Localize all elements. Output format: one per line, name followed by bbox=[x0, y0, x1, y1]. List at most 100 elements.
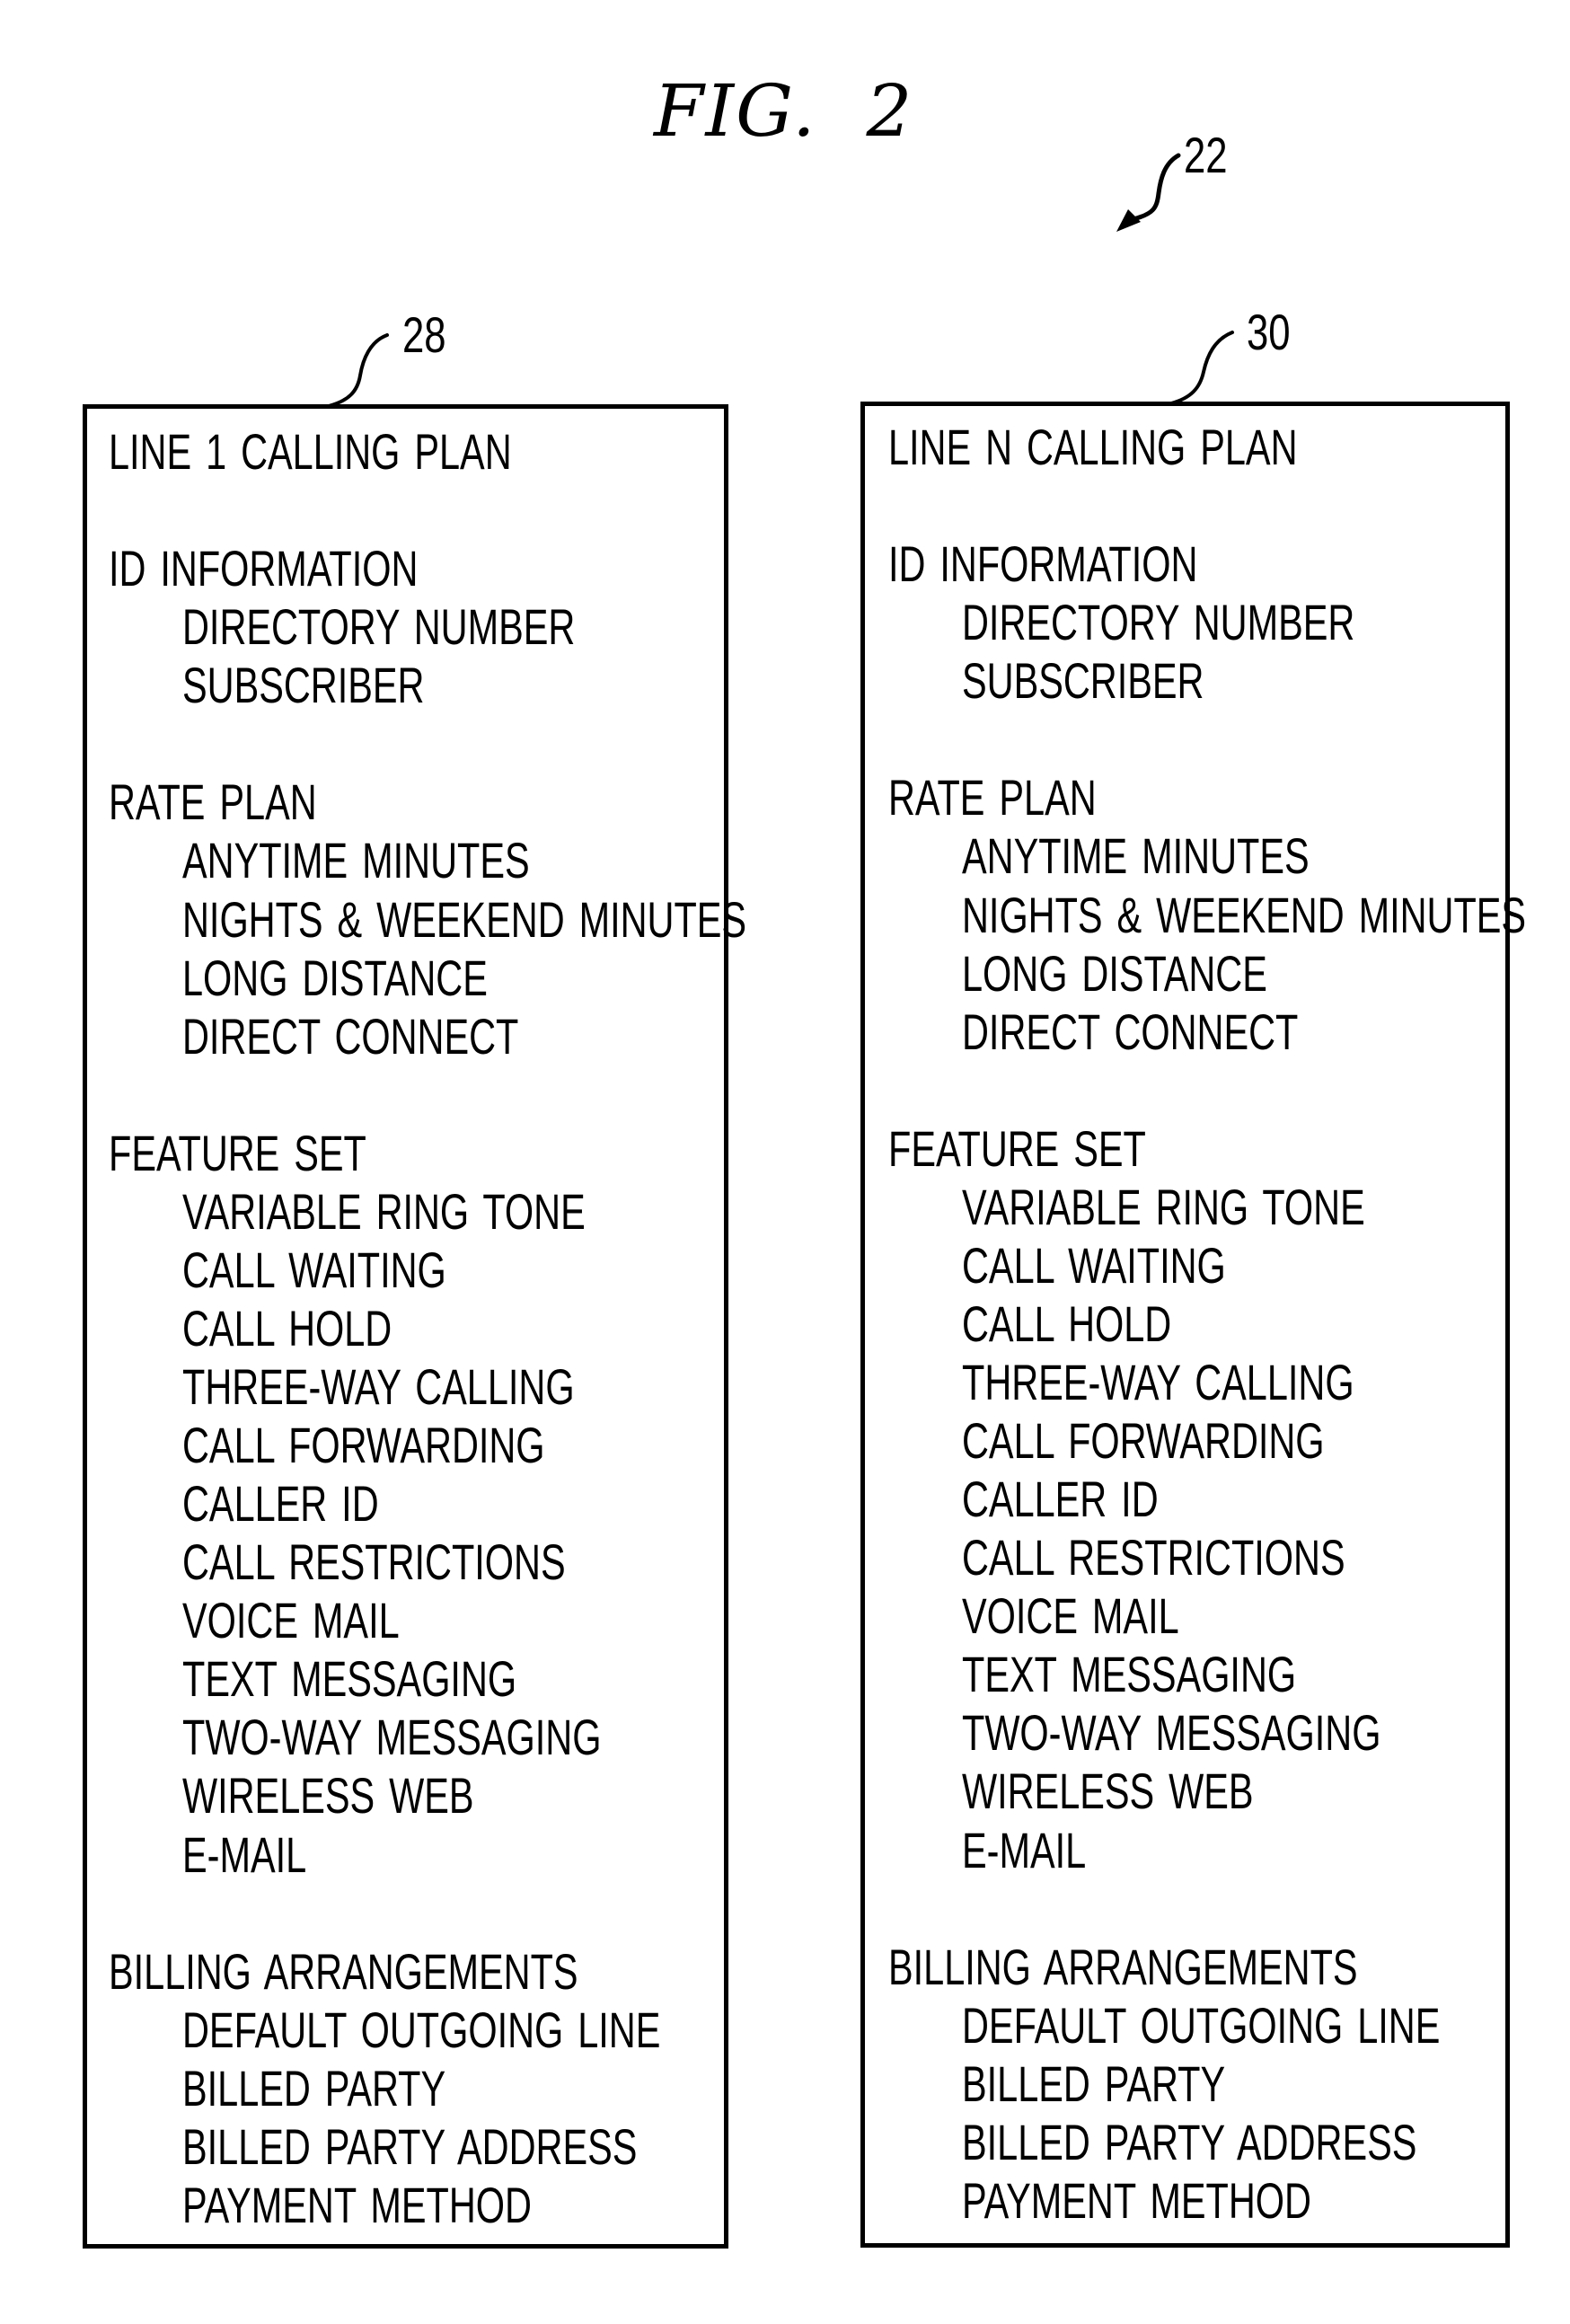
calling-plan-rows: LINE 1 CALLING PLAN ID INFORMATION DIRECTO… bbox=[109, 422, 746, 2234]
section-item-text: CALL RESTRICTIONS bbox=[182, 1533, 566, 1591]
section-item-text: BILLED PARTY ADDRESS bbox=[182, 2117, 638, 2175]
section-item: PAYMENT METHOD bbox=[888, 2171, 1505, 2230]
section-item-text: PAYMENT METHOD bbox=[182, 2176, 532, 2233]
section-item: E-MAIL bbox=[888, 1821, 1505, 1879]
section-item-text: CALL RESTRICTIONS bbox=[962, 1529, 1345, 1586]
section-item: BILLED PARTY bbox=[888, 2054, 1505, 2113]
section-item-text: DIRECTORY NUMBER bbox=[182, 598, 576, 656]
section-item-text: CALLER ID bbox=[962, 1471, 1159, 1528]
section-item: TWO-WAY MESSAGING bbox=[109, 1708, 724, 1766]
section-item-text: CALLER ID bbox=[182, 1475, 379, 1533]
section-item: BILLED PARTY bbox=[109, 2059, 724, 2117]
section-item-text: LONG DISTANCE bbox=[962, 944, 1267, 1002]
panel-title: LINE 1 CALLING PLAN bbox=[109, 422, 724, 481]
section-item: LONG DISTANCE bbox=[109, 949, 724, 1007]
section-item: PAYMENT METHOD bbox=[109, 2176, 724, 2234]
section-item: BILLED PARTY ADDRESS bbox=[888, 2113, 1505, 2171]
leader-22-arrow-line bbox=[1131, 153, 1181, 222]
section-item: CALLER ID bbox=[109, 1474, 724, 1533]
section-item: CALL HOLD bbox=[888, 1295, 1505, 1353]
section-item: DIRECT CONNECT bbox=[109, 1007, 724, 1065]
section-heading-text: RATE PLAN bbox=[888, 769, 1097, 826]
section-heading-text: BILLING ARRANGEMENTS bbox=[109, 1942, 578, 2000]
section-item-text: PAYMENT METHOD bbox=[962, 2171, 1311, 2229]
section-heading-text: FEATURE SET bbox=[109, 1124, 366, 1181]
section-item: DIRECT CONNECT bbox=[888, 1003, 1505, 1061]
section-item-text: ANYTIME MINUTES bbox=[182, 832, 530, 889]
calling-plan-panel-line-1: LINE 1 CALLING PLAN ID INFORMATION DIRECTO… bbox=[83, 404, 746, 2249]
reference-numeral-30: 30 bbox=[1247, 304, 1291, 360]
panel-title-text: LINE N CALLING PLAN bbox=[888, 419, 1298, 475]
section-item-text: DIRECT CONNECT bbox=[182, 1007, 519, 1065]
section-item: DEFAULT OUTGOING LINE bbox=[109, 2001, 724, 2059]
section-item-text: WIRELESS WEB bbox=[182, 1767, 474, 1825]
section-item-text: CALL WAITING bbox=[182, 1241, 446, 1298]
section-item: NIGHTS & WEEKEND MINUTES bbox=[888, 886, 1526, 944]
section-item-text: SUBSCRIBER bbox=[182, 657, 425, 714]
section-item: BILLED PARTY ADDRESS bbox=[109, 2117, 724, 2176]
section-item: TWO-WAY MESSAGING bbox=[888, 1703, 1505, 1762]
section-item-text: TWO-WAY MESSAGING bbox=[182, 1709, 602, 1766]
section-item-text: VOICE MAIL bbox=[962, 1587, 1179, 1645]
section-item: TEXT MESSAGING bbox=[888, 1645, 1505, 1703]
section-item: WIRELESS WEB bbox=[888, 1762, 1505, 1820]
section-item-text: TEXT MESSAGING bbox=[182, 1650, 517, 1708]
section-item: CALLER ID bbox=[888, 1470, 1505, 1528]
section-item: VARIABLE RING TONE bbox=[109, 1182, 724, 1241]
arrowhead-icon bbox=[1116, 209, 1141, 232]
section-item: ANYTIME MINUTES bbox=[888, 826, 1505, 885]
section-item: DEFAULT OUTGOING LINE bbox=[888, 1996, 1505, 2054]
section-heading-text: ID INFORMATION bbox=[888, 535, 1198, 593]
section-item-text: BILLED PARTY bbox=[962, 2054, 1226, 2112]
section-item-text: NIGHTS & WEEKEND MINUTES bbox=[962, 886, 1527, 943]
section-item-text: TEXT MESSAGING bbox=[962, 1646, 1297, 1703]
section-heading-text: RATE PLAN bbox=[109, 773, 317, 831]
panel-title-text: LINE 1 CALLING PLAN bbox=[109, 423, 512, 480]
section-item-text: TWO-WAY MESSAGING bbox=[962, 1704, 1381, 1762]
section-item: LONG DISTANCE bbox=[888, 944, 1505, 1003]
section-item-text: THREE-WAY CALLING bbox=[182, 1358, 575, 1415]
section-heading: ID INFORMATION bbox=[109, 539, 724, 597]
section-item: WIRELESS WEB bbox=[109, 1766, 724, 1825]
section-heading: FEATURE SET bbox=[109, 1124, 724, 1182]
section-item: E-MAIL bbox=[109, 1825, 724, 1884]
section-item: DIRECTORY NUMBER bbox=[888, 593, 1505, 651]
section-item-text: CALL FORWARDING bbox=[182, 1417, 545, 1474]
section-item: THREE-WAY CALLING bbox=[109, 1357, 724, 1416]
section-item-text: BILLED PARTY ADDRESS bbox=[962, 2113, 1417, 2170]
figure-title: FIG. 2 bbox=[654, 69, 914, 153]
section-item-text: THREE-WAY CALLING bbox=[962, 1354, 1354, 1410]
section-item: VOICE MAIL bbox=[109, 1591, 724, 1649]
calling-plan-panel-line-n: LINE N CALLING PLAN ID INFORMATION DIRECTO… bbox=[860, 402, 1526, 2248]
section-item: CALL FORWARDING bbox=[109, 1416, 724, 1474]
reference-numeral-22: 22 bbox=[1184, 127, 1228, 183]
section-item-text: CALL HOLD bbox=[182, 1299, 392, 1356]
calling-plan-rows: LINE N CALLING PLAN ID INFORMATION DIRECTO… bbox=[888, 418, 1526, 2230]
section-heading: BILLING ARRANGEMENTS bbox=[888, 1938, 1505, 1996]
section-item-text: E-MAIL bbox=[182, 1825, 307, 1883]
section-item: CALL WAITING bbox=[888, 1236, 1505, 1295]
section-heading-text: ID INFORMATION bbox=[109, 540, 419, 597]
section-item: CALL FORWARDING bbox=[888, 1411, 1505, 1470]
reference-numeral-28: 28 bbox=[402, 306, 446, 363]
section-item: VARIABLE RING TONE bbox=[888, 1178, 1505, 1236]
section-item-text: WIRELESS WEB bbox=[962, 1763, 1254, 1820]
section-item-text: NIGHTS & WEEKEND MINUTES bbox=[182, 890, 747, 948]
section-item-text: E-MAIL bbox=[962, 1821, 1087, 1878]
section-item-text: VOICE MAIL bbox=[182, 1592, 400, 1649]
section-item-text: CALL HOLD bbox=[962, 1295, 1172, 1352]
section-item-text: CALL FORWARDING bbox=[962, 1412, 1325, 1470]
section-item-text: DIRECTORY NUMBER bbox=[962, 594, 1355, 651]
section-item: SUBSCRIBER bbox=[888, 651, 1505, 710]
section-item: CALL RESTRICTIONS bbox=[888, 1528, 1505, 1586]
section-heading-text: BILLING ARRANGEMENTS bbox=[888, 1938, 1358, 1995]
section-heading: ID INFORMATION bbox=[888, 535, 1505, 593]
section-heading: BILLING ARRANGEMENTS bbox=[109, 1942, 724, 2001]
section-item-text: SUBSCRIBER bbox=[962, 652, 1204, 710]
section-item: VOICE MAIL bbox=[888, 1586, 1505, 1645]
section-item: TEXT MESSAGING bbox=[109, 1649, 724, 1708]
